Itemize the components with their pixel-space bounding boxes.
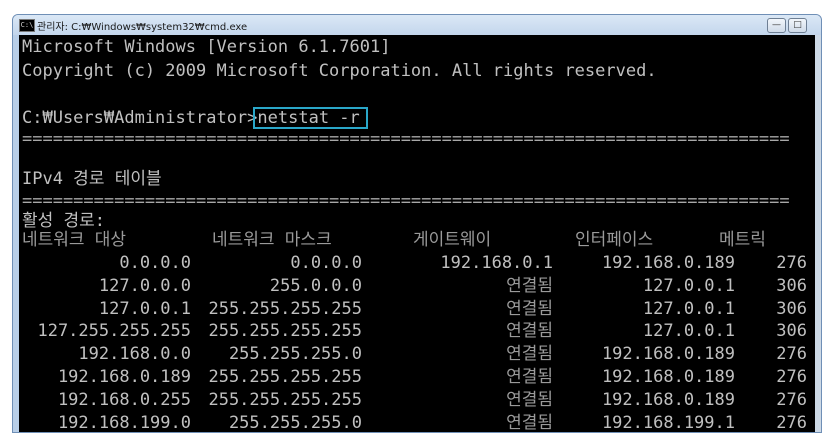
route-gateway: 연결됨 xyxy=(506,344,553,365)
column-header-gateway: 게이트웨이 xyxy=(413,230,492,250)
route-gateway: 192.168.0.1 xyxy=(440,253,553,273)
route-netmask: 255.255.255.255 xyxy=(208,298,362,319)
route-gateway: 연결됨 xyxy=(506,298,553,319)
route-interface: 192.168.199.1 xyxy=(601,412,735,432)
route-metric: 276 xyxy=(776,412,807,432)
route-interface: 192.168.0.189 xyxy=(601,253,735,273)
route-destination: 192.168.199.0 xyxy=(57,412,191,432)
route-metric: 276 xyxy=(776,344,807,365)
route-interface: 127.0.0.1 xyxy=(642,321,735,342)
separator: ========================================… xyxy=(22,129,790,149)
maximize-button[interactable]: □ xyxy=(788,18,807,33)
route-destination: 127.0.0.0 xyxy=(98,275,191,296)
route-netmask: 255.255.255.255 xyxy=(208,321,362,342)
title-bar[interactable]: C:\ 관리자: C:₩Windows₩system32₩cmd.exe — □ xyxy=(13,15,821,35)
route-metric: 306 xyxy=(776,275,807,296)
column-header-metric: 메트릭 xyxy=(719,230,766,250)
command-line: C:₩Users₩Administrator>netstat -r xyxy=(22,107,368,129)
window-title: 관리자: C:₩Windows₩system32₩cmd.exe xyxy=(37,22,248,33)
scrollbar[interactable] xyxy=(815,35,821,432)
route-netmask: 255.255.255.255 xyxy=(208,367,362,387)
cmd-app-icon: C:\ xyxy=(19,19,35,32)
route-interface: 192.168.0.189 xyxy=(601,367,735,387)
command-input-highlight[interactable]: netstat -r xyxy=(253,107,368,129)
route-destination: 127.255.255.255 xyxy=(37,321,191,342)
route-destination: 192.168.0.189 xyxy=(57,367,191,387)
route-netmask: 255.255.255.0 xyxy=(228,412,362,432)
separator: ========================================… xyxy=(22,191,790,211)
route-netmask: 0.0.0.0 xyxy=(290,253,362,273)
route-gateway: 연결됨 xyxy=(506,389,553,410)
route-destination: 192.168.0.255 xyxy=(57,389,191,410)
active-routes-label: 활성 경로: xyxy=(22,211,106,231)
column-header-netmask: 네트워크 마스크 xyxy=(212,230,332,250)
route-netmask: 255.255.255.0 xyxy=(228,344,362,365)
route-metric: 276 xyxy=(776,367,807,387)
prompt: C:₩Users₩Administrator> xyxy=(22,108,258,128)
route-gateway: 연결됨 xyxy=(506,321,553,342)
route-interface: 127.0.0.1 xyxy=(642,298,735,319)
route-gateway: 연결됨 xyxy=(506,275,553,296)
route-interface: 127.0.0.1 xyxy=(642,275,735,296)
route-metric: 306 xyxy=(776,321,807,342)
route-destination: 0.0.0.0 xyxy=(119,253,191,273)
minimize-button[interactable]: — xyxy=(767,18,786,33)
ipv4-heading: IPv4 경로 테이블 xyxy=(22,169,162,189)
route-destination: 192.168.0.0 xyxy=(78,344,191,365)
column-header-interface: 인터페이스 xyxy=(575,230,654,250)
route-interface: 192.168.0.189 xyxy=(601,344,735,365)
route-gateway: 연결됨 xyxy=(506,412,553,432)
version-line: Microsoft Windows [Version 6.1.7601] xyxy=(22,37,391,57)
route-netmask: 255.255.255.255 xyxy=(208,389,362,410)
copyright-line: Copyright (c) 2009 Microsoft Corporation… xyxy=(22,61,657,81)
console-output[interactable]: Microsoft Windows [Version 6.1.7601] Cop… xyxy=(19,35,815,432)
route-gateway: 연결됨 xyxy=(506,367,553,387)
route-interface: 192.168.0.189 xyxy=(601,389,735,410)
route-metric: 276 xyxy=(776,253,807,273)
route-netmask: 255.0.0.0 xyxy=(269,275,362,296)
column-header-destination: 네트워크 대상 xyxy=(22,230,127,250)
route-metric: 276 xyxy=(776,389,807,410)
route-metric: 306 xyxy=(776,298,807,319)
route-destination: 127.0.0.1 xyxy=(98,298,191,319)
cmd-window: C:\ 관리자: C:₩Windows₩system32₩cmd.exe — □… xyxy=(12,14,822,433)
